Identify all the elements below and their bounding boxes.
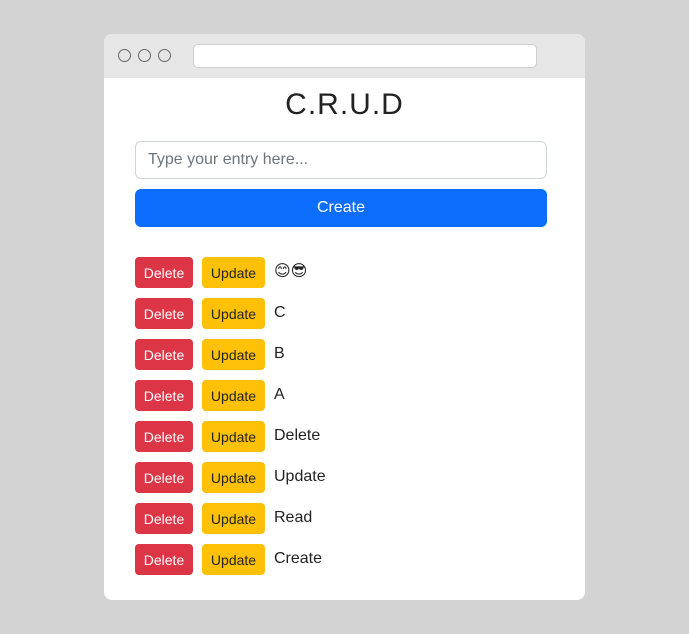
list-item: Delete Update Update: [135, 462, 555, 503]
list-item: Delete Update Delete: [135, 421, 555, 462]
update-button[interactable]: Update: [202, 298, 265, 329]
page-content: C.R.U.D Create Delete Update 😊😎 Delete U…: [104, 78, 585, 600]
address-bar[interactable]: [193, 44, 537, 68]
update-button[interactable]: Update: [202, 421, 265, 452]
list-item: Delete Update Create: [135, 544, 555, 585]
delete-button[interactable]: Delete: [135, 503, 193, 534]
delete-button[interactable]: Delete: [135, 462, 193, 493]
browser-window: C.R.U.D Create Delete Update 😊😎 Delete U…: [104, 34, 585, 600]
entry-text: Read: [274, 509, 313, 526]
update-button[interactable]: Update: [202, 257, 265, 288]
delete-button[interactable]: Delete: [135, 339, 193, 370]
entry-text: Create: [274, 550, 323, 567]
window-maximize-dot-icon[interactable]: [158, 49, 171, 62]
delete-button[interactable]: Delete: [135, 421, 193, 452]
entry-text: Update: [274, 468, 326, 485]
update-button[interactable]: Update: [202, 544, 265, 575]
entry-text: 😊😎: [274, 263, 308, 280]
delete-button[interactable]: Delete: [135, 257, 193, 288]
window-minimize-dot-icon[interactable]: [138, 49, 151, 62]
update-button[interactable]: Update: [202, 380, 265, 411]
update-button[interactable]: Update: [202, 462, 265, 493]
update-button[interactable]: Update: [202, 503, 265, 534]
entry-input[interactable]: [135, 141, 547, 179]
entry-text: B: [274, 345, 285, 362]
list-item: Delete Update C: [135, 298, 555, 339]
entry-list: Delete Update 😊😎 Delete Update C Delete …: [135, 257, 555, 585]
list-item: Delete Update Read: [135, 503, 555, 544]
page-title: C.R.U.D: [285, 88, 404, 121]
list-item: Delete Update A: [135, 380, 555, 421]
list-item: Delete Update 😊😎: [135, 257, 555, 298]
delete-button[interactable]: Delete: [135, 380, 193, 411]
update-button[interactable]: Update: [202, 339, 265, 370]
window-close-dot-icon[interactable]: [118, 49, 131, 62]
entry-text: A: [274, 386, 285, 403]
delete-button[interactable]: Delete: [135, 544, 193, 575]
delete-button[interactable]: Delete: [135, 298, 193, 329]
browser-titlebar: [104, 34, 585, 78]
create-button[interactable]: Create: [135, 189, 547, 227]
list-item: Delete Update B: [135, 339, 555, 380]
entry-text: C: [274, 304, 286, 321]
entry-text: Delete: [274, 427, 321, 444]
